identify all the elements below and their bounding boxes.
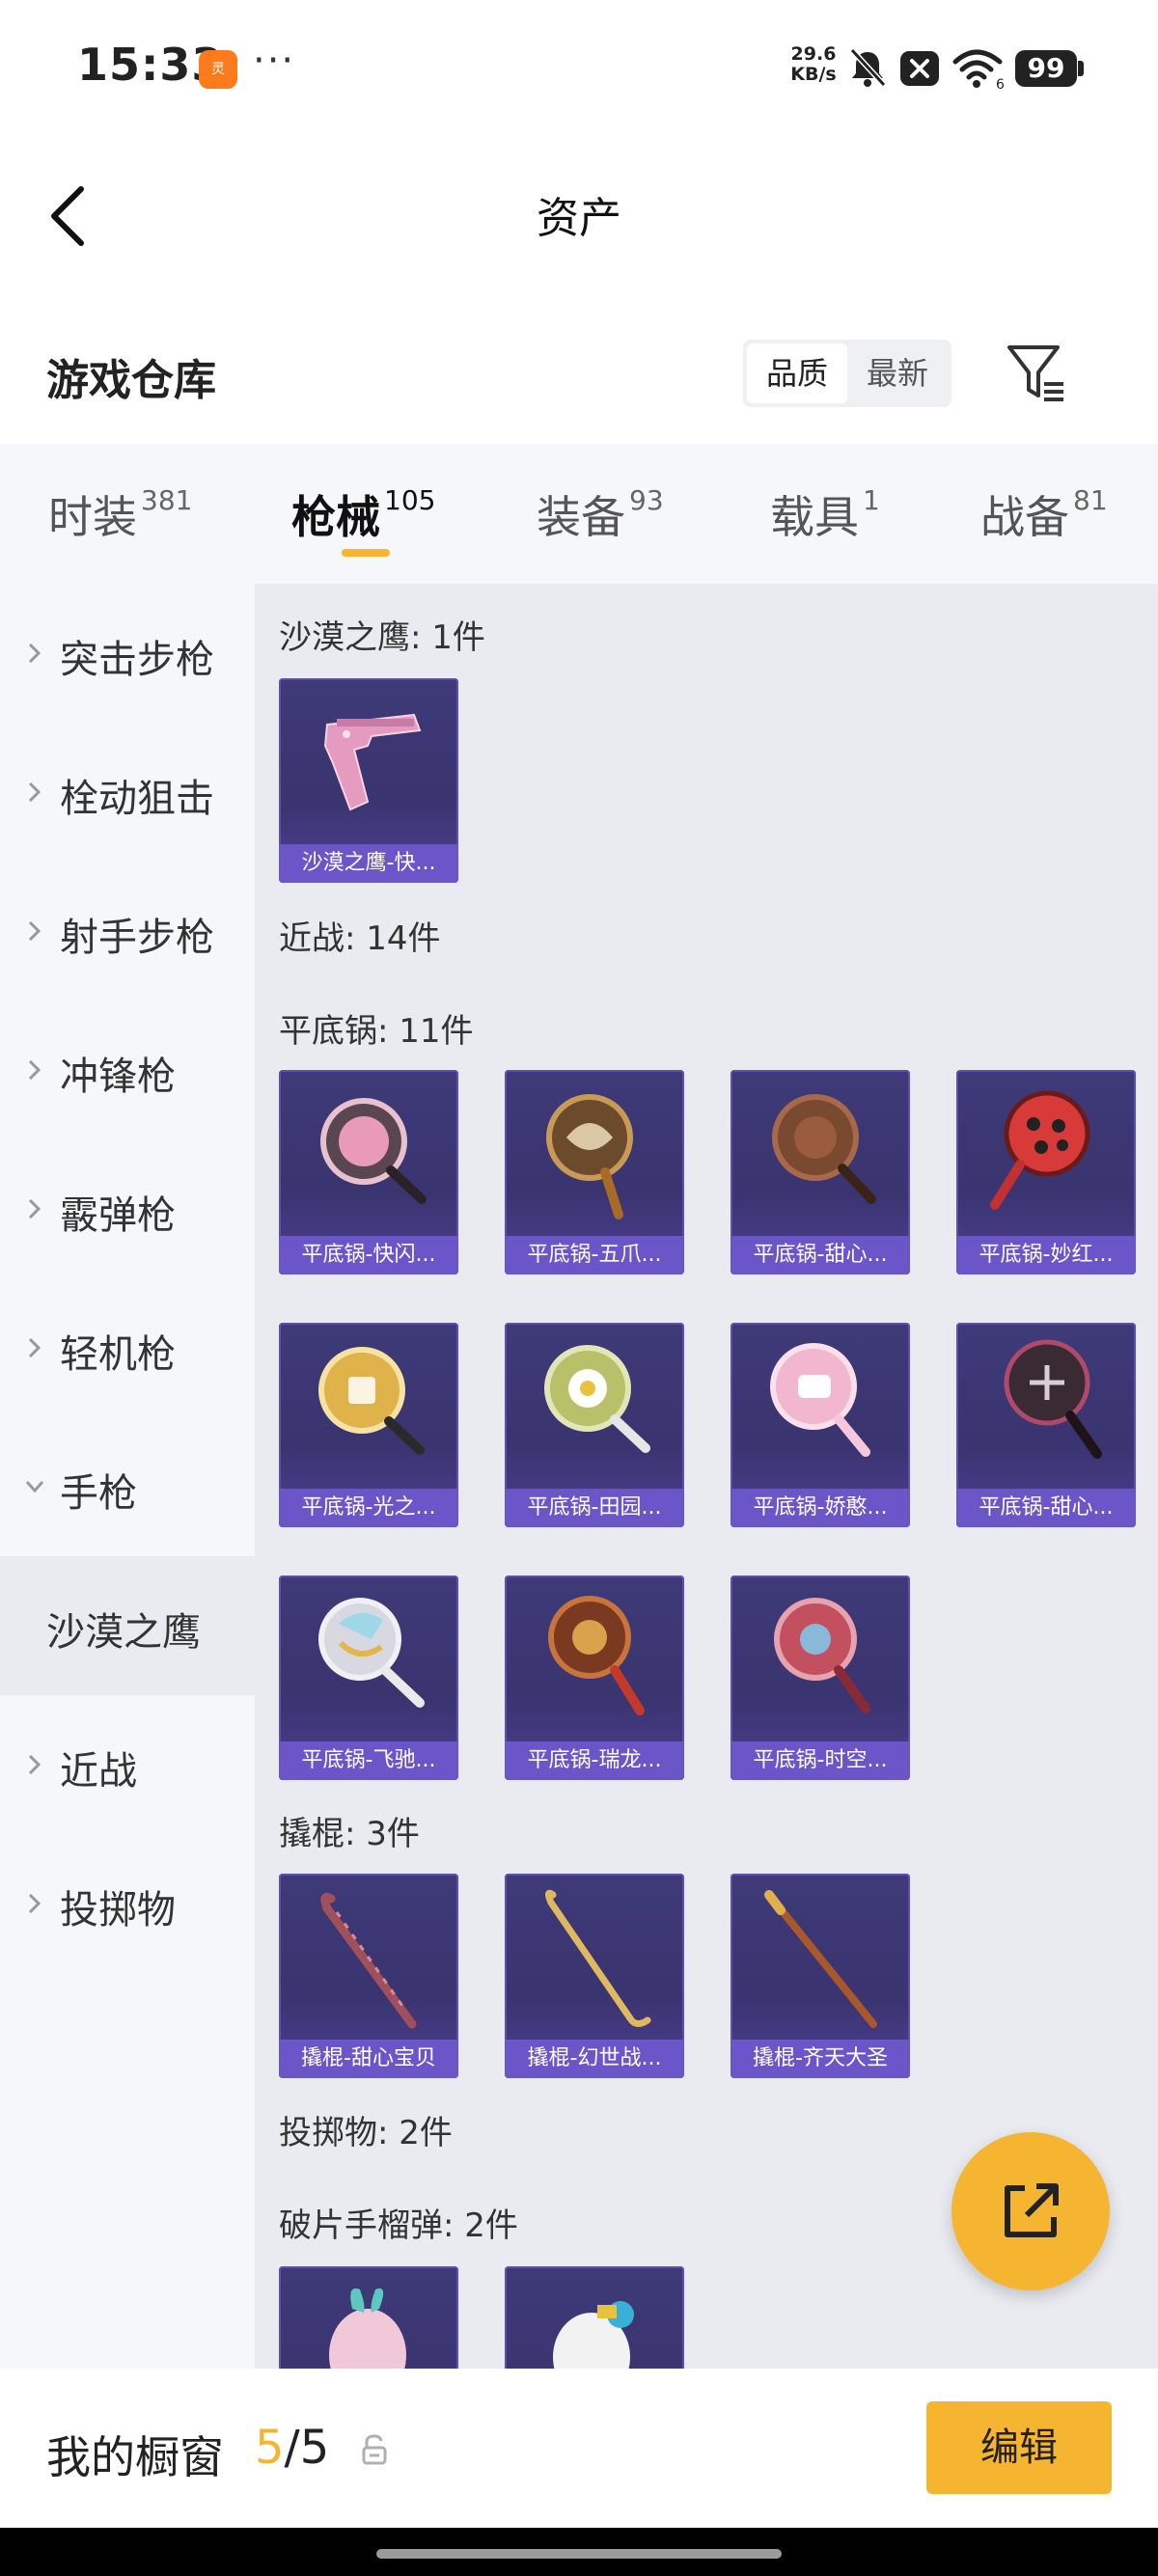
item-card[interactable]: 平底锅-娇憨... <box>731 1323 910 1527</box>
home-gesture-handle[interactable] <box>376 2549 782 2559</box>
pink-pistol-icon <box>323 713 422 811</box>
chevron-right-icon <box>28 1337 41 1358</box>
tab-vehicles[interactable]: 载具 1 <box>770 482 880 546</box>
system-nav-bar <box>0 2528 1158 2576</box>
sidebar-item-shotgun[interactable]: 霰弹枪 <box>0 1139 255 1278</box>
item-card[interactable] <box>279 2266 458 2369</box>
app-notification-icon: 灵 <box>199 50 237 89</box>
lock-open-icon <box>362 2434 387 2465</box>
item-card[interactable] <box>505 2266 684 2369</box>
category-sidebar: 突击步枪 栓动狙击 射手步枪 冲锋枪 霰弹枪 轻机枪 手枪 沙漠之鹰 近战 投掷… <box>0 584 255 2369</box>
pan-ladybug-icon <box>990 1090 1090 1210</box>
item-card[interactable]: 撬棍-甜心宝贝 <box>279 1874 458 2078</box>
battery-indicator: 99 <box>1015 50 1077 87</box>
page-header: 资产 <box>0 135 1158 289</box>
showcase-bar: 我的橱窗 5/5 编辑 <box>0 2369 1158 2528</box>
item-grid: 沙漠之鹰: 1件 沙漠之鹰-快... 近战: 14件 平底锅: 11件 平底锅-… <box>255 584 1158 2369</box>
tab-supplies[interactable]: 战备 81 <box>980 482 1108 546</box>
item-card[interactable]: 平底锅-妙红... <box>956 1070 1136 1274</box>
page-title: 资产 <box>537 194 621 243</box>
item-card[interactable]: 平底锅-时空... <box>731 1576 910 1780</box>
section-title-pan: 平底锅: 11件 <box>279 1012 474 1051</box>
crowbar-sweet-icon <box>320 1892 417 2029</box>
grenade-toy-icon <box>553 2301 634 2369</box>
battery-tip <box>1078 61 1084 76</box>
sidebar-item-desert-eagle[interactable]: 沙漠之鹰 <box>0 1556 255 1695</box>
pan-gold-icon <box>318 1347 425 1455</box>
item-card[interactable]: 平底锅-飞驰... <box>279 1576 458 1780</box>
showcase-title: 我的橱窗 <box>46 2431 224 2483</box>
svg-text:6: 6 <box>996 77 1005 91</box>
filter-button[interactable] <box>1004 340 1071 407</box>
item-card[interactable]: 平底锅-光之... <box>279 1323 458 1527</box>
pan-wing-icon <box>318 1598 425 1708</box>
edit-button[interactable]: 编辑 <box>926 2401 1112 2494</box>
chevron-right-icon <box>28 920 41 942</box>
sidebar-item-bolt-sniper[interactable]: 栓动狙击 <box>0 723 255 862</box>
sidebar-item-throwables[interactable]: 投掷物 <box>0 1834 255 1973</box>
item-card[interactable]: 平底锅-甜心... <box>731 1070 910 1274</box>
pan-time-icon <box>774 1598 870 1713</box>
sidebar-item-assault-rifle[interactable]: 突击步枪 <box>0 584 255 723</box>
chevron-right-icon <box>28 1198 41 1219</box>
tab-firearms[interactable]: 枪械 105 <box>291 482 435 546</box>
bell-muted-icon <box>849 47 887 88</box>
section-title-crowbar: 撬棍: 3件 <box>279 1815 420 1853</box>
item-card[interactable]: 平底锅-快闪... <box>279 1070 458 1274</box>
item-card[interactable]: 撬棍-齐天大圣 <box>731 1874 910 2078</box>
pan-cute-icon <box>770 1343 870 1457</box>
status-bar: 15:33 灵 ··· 29.6 KB/s 6 99 <box>0 0 1158 135</box>
close-box-icon <box>900 51 939 86</box>
tab-fashion[interactable]: 时装 381 <box>48 482 192 546</box>
section-title-melee: 近战: 14件 <box>279 919 441 958</box>
sidebar-item-pistol[interactable]: 手枪 <box>0 1417 255 1556</box>
sidebar-item-smg[interactable]: 冲锋枪 <box>0 1000 255 1139</box>
chevron-down-icon <box>25 1481 44 1494</box>
sidebar-item-marksman-rifle[interactable]: 射手步枪 <box>0 862 255 1000</box>
pan-pink-icon <box>320 1098 427 1204</box>
chevron-right-icon <box>28 1893 41 1914</box>
section-title-desert-eagle: 沙漠之鹰: 1件 <box>279 618 485 657</box>
chevron-right-icon <box>28 643 41 664</box>
tab-equipment[interactable]: 装备 93 <box>537 482 664 546</box>
chevron-right-icon <box>28 1059 41 1081</box>
network-speed: 29.6 KB/s <box>790 43 837 85</box>
sort-toggle: 品质 最新 <box>743 340 951 407</box>
chevron-right-icon <box>28 781 41 803</box>
chevron-right-icon <box>28 1754 41 1775</box>
sort-option-newest[interactable]: 最新 <box>847 343 948 403</box>
category-tabs: 时装 381 枪械 105 装备 93 载具 1 战备 81 <box>0 444 1158 584</box>
pan-auspicious-icon <box>548 1596 645 1715</box>
crowbar-staff-icon <box>764 1890 877 2028</box>
more-notifications-icon: ··· <box>253 39 296 83</box>
crowbar-gold-icon <box>544 1889 651 2027</box>
item-card[interactable]: 沙漠之鹰-快... <box>279 678 458 883</box>
item-card[interactable]: 平底锅-五爪... <box>505 1070 684 1274</box>
pan-daisy-icon <box>544 1345 650 1453</box>
warehouse-title: 游戏仓库 <box>46 356 216 405</box>
section-title-throwables: 投掷物: 2件 <box>279 2114 453 2152</box>
grenade-bunny-icon <box>329 2288 406 2369</box>
showcase-count: 5/5 <box>255 2421 330 2475</box>
pan-chocolate-icon <box>772 1094 876 1204</box>
warehouse-toolbar: 游戏仓库 品质 最新 <box>0 289 1158 444</box>
pan-dragon-icon <box>546 1094 633 1219</box>
item-card[interactable]: 平底锅-田园... <box>505 1323 684 1527</box>
active-tab-indicator <box>342 549 390 557</box>
sidebar-item-lmg[interactable]: 轻机枪 <box>0 1278 255 1417</box>
share-external-icon <box>1005 2183 1059 2237</box>
item-card[interactable]: 平底锅-瑞龙... <box>505 1576 684 1780</box>
share-button[interactable] <box>951 2132 1110 2290</box>
section-title-frag-grenade: 破片手榴弹: 2件 <box>279 2206 518 2245</box>
sort-option-quality[interactable]: 品质 <box>747 343 847 403</box>
wifi-icon: 6 <box>952 49 1005 91</box>
item-card[interactable]: 平底锅-甜心... <box>956 1323 1136 1527</box>
item-card[interactable]: 撬棍-幻世战... <box>505 1874 684 2078</box>
sidebar-item-melee[interactable]: 近战 <box>0 1695 255 1834</box>
pan-dark-icon <box>1004 1339 1102 1459</box>
filter-icon <box>1007 345 1063 401</box>
